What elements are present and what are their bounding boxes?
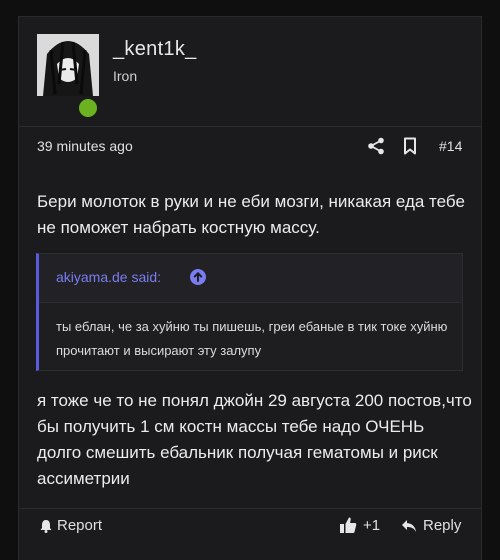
- share-icon[interactable]: [367, 137, 385, 155]
- username-link[interactable]: _kent1k_: [113, 38, 197, 61]
- arrow-up-circle-icon[interactable]: [190, 269, 206, 285]
- post-timestamp[interactable]: 39 minutes ago: [37, 138, 133, 154]
- post-body-text: Бери молоток в руки и не еби мозги, ника…: [37, 192, 465, 237]
- reply-arrow-icon: [401, 519, 417, 533]
- user-title: Iron: [113, 68, 138, 84]
- avatar[interactable]: [37, 34, 99, 96]
- header-divider: [19, 126, 481, 127]
- reply-button[interactable]: Reply: [401, 517, 461, 534]
- report-button[interactable]: Report: [39, 517, 102, 534]
- quote-block: akiyama.de said: ты еблан, че за хуйню т…: [36, 253, 463, 371]
- like-count: +1: [363, 516, 381, 534]
- post-number-link[interactable]: #14: [439, 138, 462, 154]
- like-button[interactable]: +1: [339, 516, 380, 534]
- quote-author-link[interactable]: akiyama.de said:: [56, 269, 161, 285]
- bell-icon: [39, 519, 53, 533]
- quote-text: ты еблан, че за хуйню ты пишешь, греи еб…: [56, 319, 448, 358]
- footer-divider: [19, 508, 481, 509]
- post-reply-text: я тоже че то не понял джойн 29 августа 2…: [37, 391, 472, 488]
- post-card: _kent1k_ Iron 39 minutes ago #14 Бери мо…: [18, 16, 482, 560]
- reply-label: Reply: [423, 517, 462, 534]
- quote-header: akiyama.de said:: [39, 254, 462, 303]
- bookmark-icon[interactable]: [402, 137, 418, 155]
- online-status-indicator: [76, 96, 100, 120]
- report-label: Report: [57, 517, 103, 534]
- avatar-container[interactable]: [37, 34, 100, 120]
- thumbs-up-icon: [339, 516, 357, 534]
